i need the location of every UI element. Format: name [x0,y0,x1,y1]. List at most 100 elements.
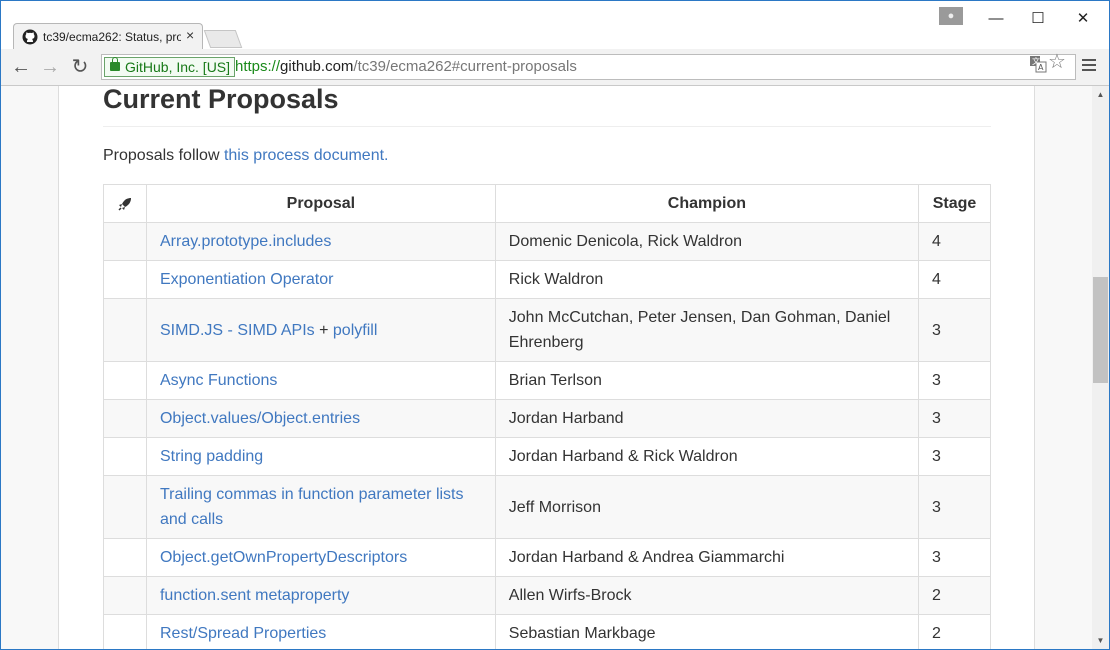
proposal-link[interactable]: Object.getOwnPropertyDescriptors [160,549,407,566]
champion-cell: John McCutchan, Peter Jensen, Dan Gohman… [494,298,919,362]
vertical-scrollbar[interactable]: ▲ ▼ [1092,86,1109,649]
translate-icon[interactable]: 文 A [1029,55,1047,73]
address-bar[interactable]: GitHub, Inc. [US] https://github.com/tc3… [101,54,1076,80]
rocket-column-header [103,184,147,223]
proposal-link[interactable]: Exponentiation Operator [160,271,333,288]
table-row: Async Functions Brian Terlson 3 [103,361,992,400]
proposals-table: Proposal Champion Stage Array.prototype.… [103,184,992,649]
ev-certificate-badge[interactable]: GitHub, Inc. [US] [104,57,236,77]
scrollbar-thumb[interactable] [1093,277,1108,383]
table-row: Trailing commas in function parameter li… [103,475,992,539]
rocket-icon [118,197,131,211]
proposal-link[interactable]: Rest/Spread Properties [160,625,326,642]
back-button[interactable]: ← [10,56,32,78]
intro-paragraph: Proposals follow this process document. [103,147,388,165]
stage-cell: 3 [917,475,992,539]
stage-cell: 3 [917,399,992,438]
tab-strip: tc39/ecma262: Status, pro × ● — ☐ ✕ [1,1,1109,49]
table-row: Object.values/Object.entries Jordan Harb… [103,399,992,438]
github-icon [22,29,38,45]
proposal-link[interactable]: SIMD.JS - SIMD APIs [160,322,315,339]
new-tab-button[interactable] [203,30,243,48]
champion-cell: Sebastian Markbage [494,614,919,649]
scroll-up-arrow-icon[interactable]: ▲ [1092,86,1109,103]
stage-cell: 4 [917,222,992,261]
maximize-button[interactable]: ☐ [1023,9,1053,29]
stage-cell: 2 [917,614,992,649]
stage-cell: 2 [917,576,992,615]
proposal-cell: String padding [145,437,496,476]
rocket-cell [103,298,147,362]
profile-icon[interactable]: ● [939,7,963,25]
table-row: Object.getOwnPropertyDescriptors Jordan … [103,538,992,577]
ev-label: GitHub, Inc. [US] [125,59,231,75]
champion-cell: Rick Waldron [494,260,919,299]
rocket-cell [103,260,147,299]
table-row: function.sent metaproperty Allen Wirfs-B… [103,576,992,615]
section-heading: Current Proposals [103,86,339,114]
proposal-link[interactable]: function.sent metaproperty [160,587,349,604]
page-viewport: Current Proposals Proposals follow this … [1,86,1092,649]
champion-cell: Jeff Morrison [494,475,919,539]
polyfill-link[interactable]: polyfill [333,322,377,339]
lock-icon [110,57,120,71]
proposal-link[interactable]: Object.values/Object.entries [160,410,360,427]
svg-text:A: A [1038,63,1044,72]
rocket-cell [103,361,147,400]
proposal-cell: Array.prototype.includes [145,222,496,261]
proposal-separator: + [314,321,333,339]
champion-cell: Brian Terlson [494,361,919,400]
table-header-row: Proposal Champion Stage [103,184,992,223]
bookmark-star-icon[interactable]: ☆ [1048,52,1066,72]
proposal-cell: Async Functions [145,361,496,400]
table-row: Rest/Spread Properties Sebastian Markbag… [103,614,992,649]
stage-column-header: Stage [917,184,992,223]
proposal-link[interactable]: Async Functions [160,372,277,389]
minimize-button[interactable]: — [981,9,1011,29]
rocket-cell [103,222,147,261]
url-path: /tc39/ecma262#current-proposals [353,58,577,75]
url-scheme: https:// [235,58,281,75]
stage-cell: 3 [917,437,992,476]
forward-button[interactable]: → [39,56,61,78]
scroll-down-arrow-icon[interactable]: ▼ [1092,632,1109,649]
stage-cell: 3 [917,538,992,577]
proposal-cell: SIMD.JS - SIMD APIs + polyfill [145,298,496,362]
readme-content: Current Proposals Proposals follow this … [58,86,1035,649]
proposal-link[interactable]: Trailing commas in function parameter li… [160,486,464,528]
champion-cell: Domenic Denicola, Rick Waldron [494,222,919,261]
rocket-cell [103,576,147,615]
champion-cell: Jordan Harband & Rick Waldron [494,437,919,476]
rocket-cell [103,399,147,438]
table-row: Array.prototype.includes Domenic Denicol… [103,222,992,261]
url-host: github.com [280,58,354,75]
proposal-column-header: Proposal [145,184,496,223]
rocket-cell [103,437,147,476]
proposal-link[interactable]: String padding [160,448,263,465]
champion-cell: Jordan Harband & Andrea Giammarchi [494,538,919,577]
table-row: String padding Jordan Harband & Rick Wal… [103,437,992,476]
rocket-cell [103,538,147,577]
browser-window: tc39/ecma262: Status, pro × ● — ☐ ✕ ← → … [0,0,1110,650]
rocket-cell [103,614,147,649]
menu-icon[interactable] [1082,59,1096,73]
browser-tab[interactable]: tc39/ecma262: Status, pro × [13,23,203,49]
close-window-button[interactable]: ✕ [1068,9,1098,29]
reload-button[interactable]: ↻ [69,56,91,78]
proposal-cell: Exponentiation Operator [145,260,496,299]
heading-divider [103,126,991,127]
stage-cell: 3 [917,298,992,362]
proposal-cell: Rest/Spread Properties [145,614,496,649]
close-tab-icon[interactable]: × [186,27,194,43]
proposal-cell: Object.values/Object.entries [145,399,496,438]
stage-cell: 4 [917,260,992,299]
url-text[interactable]: https://github.com/tc39/ecma262#current-… [235,58,577,76]
tab-title: tc39/ecma262: Status, pro [43,30,181,44]
browser-toolbar: ← → ↻ GitHub, Inc. [US] https://github.c… [1,49,1109,86]
proposal-link[interactable]: Array.prototype.includes [160,233,331,250]
champion-cell: Allen Wirfs-Brock [494,576,919,615]
process-document-link[interactable]: this process document. [224,147,389,164]
champion-column-header: Champion [494,184,919,223]
stage-cell: 3 [917,361,992,400]
proposal-cell: function.sent metaproperty [145,576,496,615]
